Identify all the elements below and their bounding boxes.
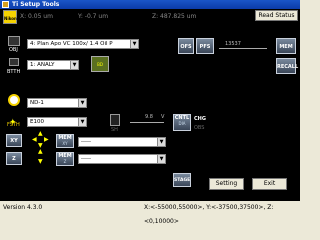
chevron-down-icon: ▼: [78, 118, 86, 126]
light-path-bd-button[interactable]: BD: [91, 56, 109, 72]
chg-label: CHG: [194, 116, 206, 122]
cntl-sub-label: DIA: [178, 121, 186, 126]
setting-button[interactable]: Setting: [209, 178, 244, 190]
z-memory-value: -----: [81, 156, 91, 162]
z-focus-arrows[interactable]: ▲ ▼: [36, 149, 46, 167]
pfs-offset-button[interactable]: OFS: [178, 38, 194, 54]
epi-filter-dropdown[interactable]: E100 ▼: [27, 117, 87, 127]
xy-memory-value: -----: [81, 139, 91, 145]
window-title: Ti Setup Tools: [12, 1, 60, 8]
ti-setup-window: Ti Setup Tools Nikon X: 0.05 um Y: -0.7 …: [0, 0, 300, 225]
arrow-down-icon[interactable]: ▼: [38, 159, 43, 165]
chevron-down-icon: ▼: [78, 99, 86, 107]
chevron-down-icon: ▼: [70, 61, 78, 69]
objective-dropdown[interactable]: 4: Plan Apo VC 100x/ 1.4 Oil P ▼: [27, 39, 139, 49]
xy-button[interactable]: XY: [6, 134, 22, 147]
chevron-down-icon: ▼: [157, 155, 165, 163]
pfs-value: 13537: [225, 41, 241, 47]
lamp-voltage-unit: V: [161, 114, 165, 120]
z-button[interactable]: Z: [6, 152, 22, 165]
exit-button[interactable]: Exit: [252, 178, 287, 190]
lamp-icon: [110, 114, 120, 126]
version-text: Version 4.3.0: [3, 204, 43, 211]
arrow-left-icon[interactable]: ◀: [32, 137, 37, 143]
x-coordinate: X: 0.05 um: [20, 13, 53, 20]
objective-label: OBJ: [9, 47, 18, 53]
recall-button[interactable]: RECALL: [276, 58, 298, 74]
app-icon: [2, 1, 9, 8]
epi-filter-label: FSTH: [7, 122, 20, 128]
filter-turret-icon: [8, 94, 20, 106]
arrow-right-icon[interactable]: ▶: [44, 137, 49, 143]
light-path-value: 1: ANALY: [30, 62, 55, 68]
z-coordinate: Z: 487.825 um: [152, 13, 197, 20]
lamp-voltage-slider[interactable]: [130, 122, 164, 123]
light-path-label: BTTH: [7, 69, 21, 75]
pfs-button[interactable]: PFS: [196, 38, 214, 54]
filter-dropdown[interactable]: ND-1 ▼: [27, 98, 87, 108]
pfs-mem-button[interactable]: MEM: [276, 38, 296, 54]
arrow-up-icon[interactable]: ▲: [38, 149, 43, 155]
pfs-offset-slider[interactable]: [219, 48, 267, 49]
objective-icon: [8, 36, 20, 46]
filter-value: ND-1: [30, 100, 44, 106]
z-mem-sub-label: Z: [63, 159, 67, 164]
shutter-label: SH: [111, 127, 118, 133]
title-bar: Ti Setup Tools: [0, 0, 300, 9]
epi-filter-value: E100: [30, 119, 44, 125]
xy-mem-button[interactable]: MEM XY: [56, 134, 74, 148]
chevron-down-icon: ▼: [157, 138, 165, 146]
y-coordinate: Y: -0.7 um: [78, 13, 109, 20]
xy-joystick-arrows[interactable]: ▲ ◀ ▶ ▼: [32, 131, 50, 149]
lamp-voltage-value: 9.8: [145, 114, 153, 120]
z-memory-dropdown[interactable]: ----- ▼: [78, 154, 166, 164]
chg-sub-label: OBS: [194, 125, 205, 131]
stage-button[interactable]: STAGE: [173, 173, 191, 187]
fluorescence-icon: ✦: [9, 118, 17, 128]
cntl-button[interactable]: CNTL DIA: [173, 114, 191, 131]
nikon-logo: Nikon: [3, 10, 17, 24]
z-mem-button[interactable]: MEM Z: [56, 152, 74, 166]
status-bar: Version 4.3.0 X:<-55000,55000>, Y:<-3750…: [0, 201, 300, 225]
objective-value: 4: Plan Apo VC 100x/ 1.4 Oil P: [30, 41, 113, 47]
light-path-dropdown[interactable]: 1: ANALY ▼: [27, 60, 79, 70]
stage-limits-text: X:<-55000,55000>, Y:<-37500,37500>, Z:<0…: [144, 204, 274, 225]
xy-mem-sub-label: XY: [62, 141, 68, 146]
chevron-down-icon: ▼: [130, 40, 138, 48]
read-status-button[interactable]: Read Status: [255, 10, 298, 21]
arrow-up-icon[interactable]: ▲: [38, 131, 43, 137]
xy-memory-dropdown[interactable]: ----- ▼: [78, 137, 166, 147]
light-path-icon: [9, 58, 19, 66]
